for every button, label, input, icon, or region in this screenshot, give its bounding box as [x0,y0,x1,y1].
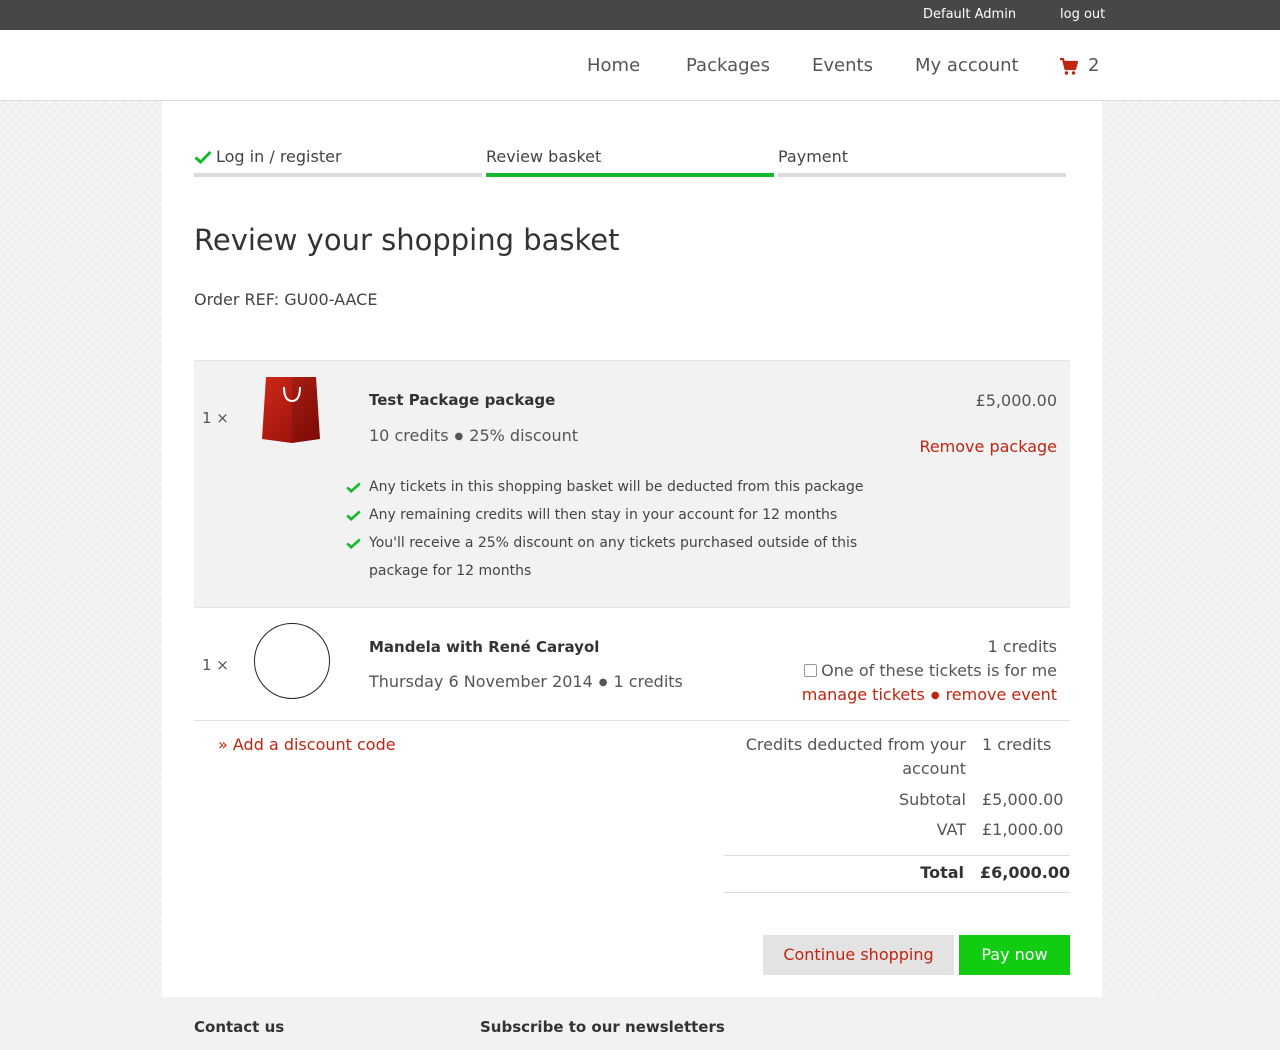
add-discount-code-link[interactable]: » Add a discount code [218,735,396,754]
check-icon [346,538,361,549]
top-bar: Default Admin log out [0,0,1280,30]
nav-packages[interactable]: Packages [686,55,770,76]
basket-item-event: 1 × Mandela with René Carayol Thursday 6… [194,608,1070,721]
nav-my-account[interactable]: My account [915,55,1019,76]
package-credits: 10 credits [369,426,449,445]
ticket-for-me-label: One of these tickets is for me [821,661,1057,680]
total-label: Total [920,863,964,882]
subtotal-value: £5,000.00 [982,790,1064,809]
total-value: £6,000.00 [980,863,1071,882]
footer-newsletter-heading: Subscribe to our newsletters [480,1018,725,1036]
order-reference: Order REF: GU00-AACE [194,290,378,309]
shopping-cart-icon[interactable] [1059,56,1079,76]
feature-item: You'll receive a 25% discount on any tic… [346,529,906,585]
ticket-for-me-option[interactable]: One of these tickets is for me [804,661,1057,680]
step-payment-label: Payment [778,147,849,166]
package-details: 10 credits ● 25% discount [369,426,578,445]
page-title: Review your shopping basket [194,223,620,257]
credits-deducted-label-line2: account [902,759,966,778]
basket-item-package: 1 × Test Package package 10 credits ● 25% … [194,360,1070,608]
feature-text: Any remaining credits will then stay in … [369,507,838,523]
credits-deducted-label-line1: Credits deducted from your [745,735,966,754]
separator-dot: ● [454,431,464,442]
feature-text: You'll receive a 25% discount on any tic… [369,535,858,579]
separator-dot: ● [598,677,608,688]
site-footer: Contact us Subscribe to our newsletters [0,997,1280,1050]
step-payment: Payment [778,147,1066,177]
check-icon [346,482,361,493]
manage-tickets-link[interactable]: manage tickets [802,685,925,704]
feature-text: Any tickets in this shopping basket will… [369,479,864,495]
continue-shopping-button[interactable]: Continue shopping [763,935,954,975]
step-login-label: Log in / register [216,147,342,166]
nav-home[interactable]: Home [587,55,640,76]
site-header: Home Packages Events My account 2 [0,30,1280,101]
cart-count[interactable]: 2 [1088,55,1099,76]
basket-card: Log in / register Review basket Payment … [162,101,1102,997]
pay-now-button[interactable]: Pay now [959,935,1070,975]
separator-dot: ● [930,690,940,701]
feature-item: Any tickets in this shopping basket will… [346,473,906,501]
shopping-bag-icon [262,377,320,443]
remove-event-link[interactable]: remove event [946,685,1057,704]
event-credits: 1 credits [613,672,683,691]
divider [724,892,1070,893]
package-price: £5,000.00 [975,391,1057,410]
divider [724,855,1070,856]
package-discount: 25% discount [469,426,578,445]
event-date: Thursday 6 November 2014 [369,672,593,691]
item-quantity: 1 × [202,409,229,427]
item-quantity: 1 × [202,656,229,674]
footer-contact-heading: Contact us [194,1018,285,1036]
package-name: Test Package package [369,391,556,409]
check-icon [346,510,361,521]
vat-label: VAT [936,820,966,839]
event-price: 1 credits [987,637,1057,656]
event-actions: manage tickets ● remove event [802,685,1057,704]
remove-package-link[interactable]: Remove package [919,437,1057,456]
step-review-basket: Review basket [486,147,774,177]
package-features: Any tickets in this shopping basket will… [346,473,906,585]
nav-events[interactable]: Events [812,55,873,76]
event-details: Thursday 6 November 2014 ● 1 credits [369,672,683,691]
vat-value: £1,000.00 [982,820,1064,839]
current-user-name: Default Admin [923,7,1017,22]
step-login: Log in / register [194,147,482,177]
event-name: Mandela with René Carayol [369,638,600,656]
subtotal-label: Subtotal [898,790,966,809]
credits-deducted-value: 1 credits [982,735,1052,754]
step-review-label: Review basket [486,147,602,166]
check-icon [194,150,212,164]
event-image [254,623,330,699]
ticket-for-me-checkbox[interactable] [804,664,818,677]
feature-item: Any remaining credits will then stay in … [346,501,906,529]
logout-link[interactable]: log out [1060,7,1105,22]
